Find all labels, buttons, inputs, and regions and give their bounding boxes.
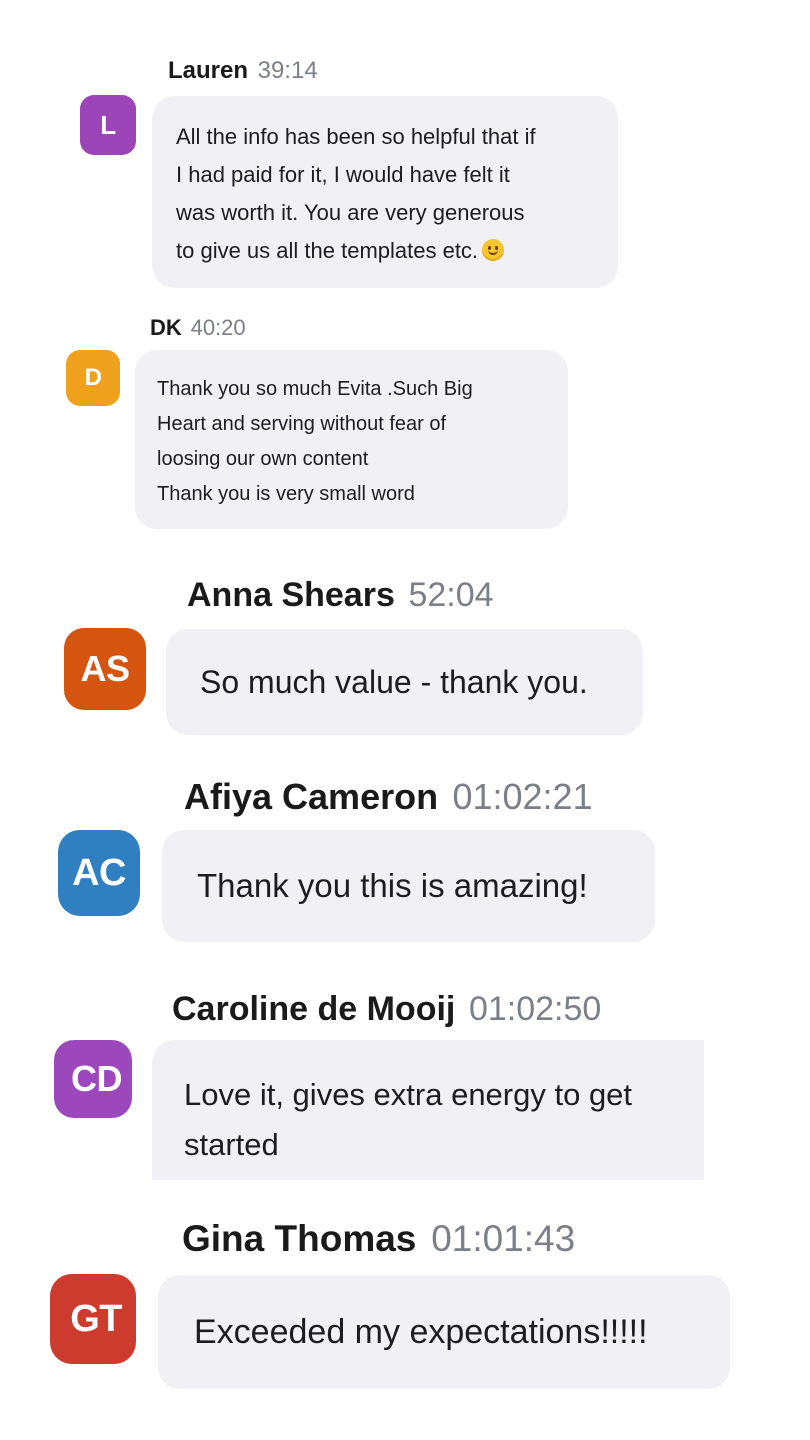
message-timestamp: 39:14 bbox=[257, 57, 318, 84]
sender-header: Afiya Cameron 01:02:21 bbox=[184, 776, 593, 818]
message-timestamp: 01:02:50 bbox=[468, 990, 602, 1028]
message-bubble: Exceeded my expectations!!!!! bbox=[158, 1275, 730, 1389]
message-text: Exceeded my expectations!!!!! bbox=[194, 1313, 648, 1351]
avatar[interactable]: L bbox=[80, 95, 136, 155]
message-bubble: Thank you this is amazing! bbox=[162, 830, 655, 942]
message-timestamp: 40:20 bbox=[190, 315, 246, 340]
message-bubble: So much value - thank you. bbox=[166, 629, 643, 735]
avatar[interactable]: AC bbox=[58, 830, 140, 916]
message-timestamp: 01:01:43 bbox=[431, 1218, 576, 1259]
sender-header: Anna Shears 52:04 bbox=[187, 576, 494, 615]
message-text: All the info has been so helpful that if… bbox=[176, 124, 536, 263]
sender-header: Lauren 39:14 bbox=[168, 57, 318, 85]
message-bubble: All the info has been so helpful that if… bbox=[152, 96, 618, 288]
message-text: Thank you so much Evita .Such Big Heart … bbox=[157, 378, 473, 505]
slightly-smiling-face-icon bbox=[482, 239, 505, 261]
avatar[interactable]: D bbox=[66, 350, 120, 406]
message-text: So much value - thank you. bbox=[200, 664, 588, 700]
sender-name[interactable]: Afiya Cameron bbox=[184, 776, 438, 817]
sender-header: DK 40:20 bbox=[150, 315, 246, 341]
sender-name[interactable]: Gina Thomas bbox=[182, 1218, 416, 1259]
chat-message-list: Lauren 39:14 L All the info has been so h… bbox=[0, 0, 810, 1440]
sender-name[interactable]: Caroline de Mooij bbox=[172, 990, 455, 1028]
avatar[interactable]: AS bbox=[64, 628, 146, 710]
message-bubble: Love it, gives extra energy to get start… bbox=[152, 1040, 704, 1180]
sender-header: Gina Thomas 01:01:43 bbox=[182, 1218, 575, 1260]
sender-name[interactable]: DK bbox=[150, 315, 182, 340]
message-bubble: Thank you so much Evita .Such Big Heart … bbox=[135, 350, 568, 529]
message-timestamp: 52:04 bbox=[408, 576, 494, 614]
avatar[interactable]: GT bbox=[50, 1274, 136, 1364]
message-text: Thank you this is amazing! bbox=[197, 867, 588, 904]
sender-name[interactable]: Anna Shears bbox=[187, 576, 395, 614]
sender-name[interactable]: Lauren bbox=[168, 57, 248, 84]
avatar[interactable]: CD bbox=[54, 1040, 132, 1118]
message-timestamp: 01:02:21 bbox=[452, 776, 593, 817]
sender-header: Caroline de Mooij 01:02:50 bbox=[172, 990, 601, 1029]
message-text: Love it, gives extra energy to get start… bbox=[184, 1077, 633, 1162]
